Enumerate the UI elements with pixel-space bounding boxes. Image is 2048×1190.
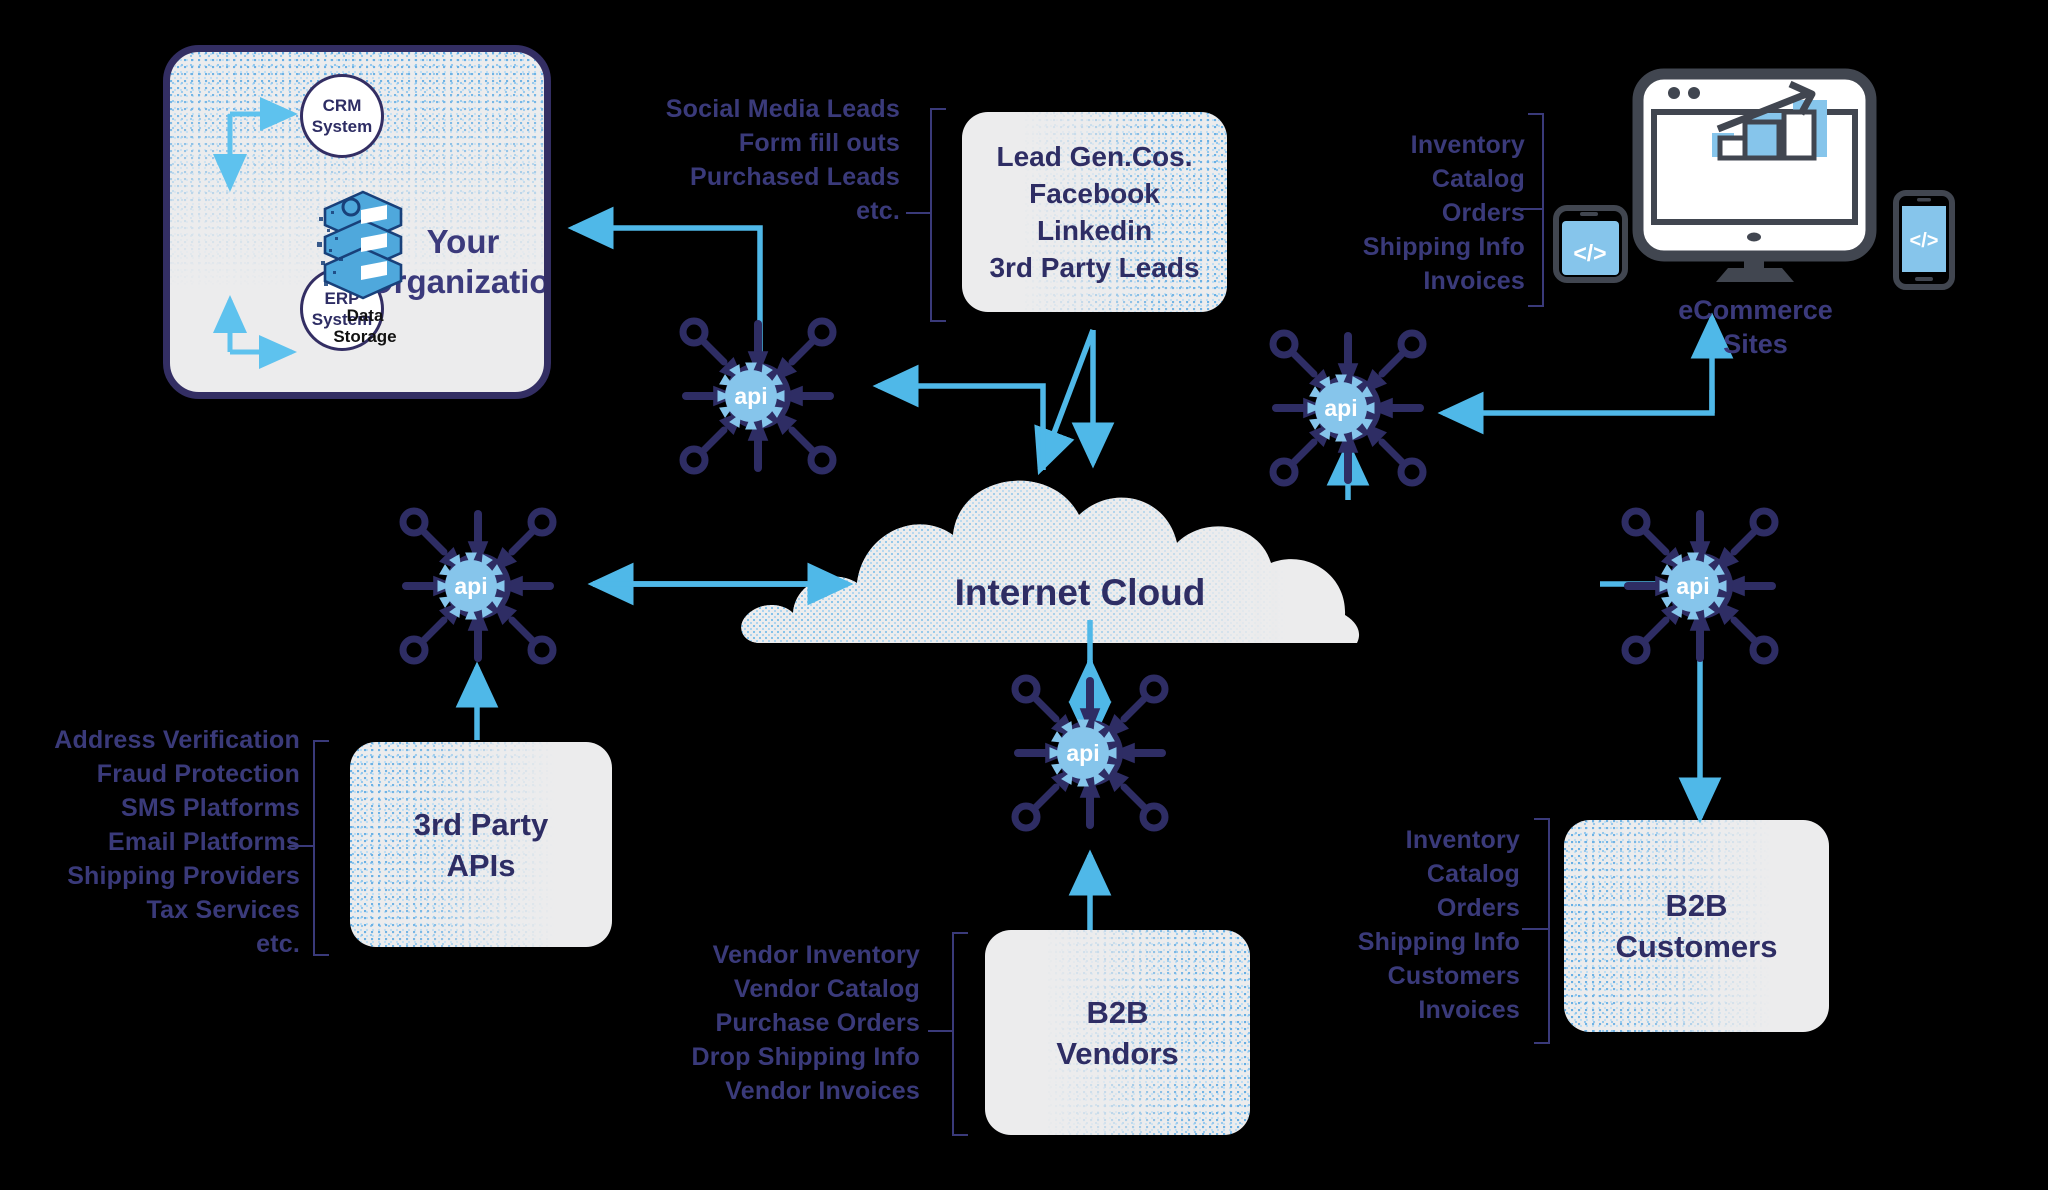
ecommerce-label-list: Inventory Catalog Orders Shipping Info I… [1330, 128, 1525, 298]
vendors-box-line2: Vendors [1056, 1035, 1179, 1071]
third-party-label-list: Address Verification Fraud Protection SM… [20, 723, 300, 961]
lead-gen-label-list: Social Media Leads Form fill outs Purcha… [560, 92, 900, 228]
leadgen-box-line1: Facebook [1029, 178, 1160, 209]
api-node-vendors[interactable]: api [1010, 674, 1170, 832]
ecommerce-caption-line2: Sites [1723, 329, 1788, 359]
vendors-label-1: Vendor Catalog [733, 975, 920, 1003]
vendors-label-4: Vendor Invoices [725, 1077, 920, 1105]
cloud-shape [741, 480, 1360, 643]
mobile-phone-icon: </> [1893, 190, 1955, 290]
ecommerce-bracket [1528, 113, 1544, 307]
customers-label-1: Catalog [1426, 860, 1520, 888]
customers-bracket [1534, 818, 1550, 1044]
leadgen-bracket [930, 108, 946, 322]
leadgen-label-0: Social Media Leads [665, 95, 900, 123]
customers-label-4: Customers [1387, 962, 1520, 990]
api-node-leadgen[interactable]: api [678, 317, 838, 475]
customers-label-2: Orders [1436, 894, 1520, 922]
vendors-box-line1: B2B [1086, 994, 1149, 1030]
customers-box-text: B2B Customers [1564, 820, 1829, 1032]
vendors-box-text: B2B Vendors [985, 930, 1250, 1135]
ecommerce-label-4: Invoices [1423, 267, 1525, 295]
customers-box-line2: Customers [1615, 929, 1778, 964]
svg-text:api: api [1324, 395, 1357, 421]
b2b-vendors-box: B2B Vendors [985, 930, 1250, 1135]
ecommerce-label-2: Orders [1441, 199, 1525, 227]
customers-label-3: Shipping Info [1357, 928, 1520, 956]
ecommerce-bracket-tick [1516, 208, 1542, 210]
customers-label-0: Inventory [1405, 826, 1520, 854]
customers-bracket-tick [1522, 928, 1548, 930]
vendors-bracket-tick [928, 1030, 954, 1032]
thirdparty-label-2: SMS Platforms [120, 794, 300, 822]
thirdparty-box-line1: 3rd Party [413, 806, 549, 842]
ecommerce-label-3: Shipping Info [1362, 233, 1525, 261]
thirdparty-label-1: Fraud Protection [96, 760, 300, 788]
vendors-label-list: Vendor Inventory Vendor Catalog Purchase… [640, 938, 920, 1108]
ecommerce-label-0: Inventory [1410, 131, 1525, 159]
thirdparty-label-4: Shipping Providers [67, 862, 300, 890]
svg-text:api: api [1066, 740, 1099, 766]
svg-text:api: api [734, 383, 767, 409]
ecommerce-caption-line1: eCommerce [1678, 295, 1833, 325]
thirdparty-label-5: Tax Services [146, 896, 300, 924]
api-node-customers[interactable]: api [1620, 507, 1780, 665]
thirdparty-label-6: etc. [256, 930, 300, 958]
leadgen-bracket-tick [906, 212, 932, 214]
b2b-customers-box: B2B Customers [1564, 820, 1829, 1032]
customers-label-list: Inventory Catalog Orders Shipping Info C… [1310, 823, 1520, 1027]
vendors-bracket [952, 932, 968, 1136]
tablet-device-icon: </> [1553, 205, 1628, 283]
leadgen-label-1: Form fill outs [738, 129, 900, 157]
third-party-box-text: 3rd Party APIs [350, 742, 612, 947]
thirdparty-label-3: Email Platforms [108, 828, 300, 856]
leadgen-label-3: etc. [856, 197, 900, 225]
svg-text:api: api [454, 573, 487, 599]
your-organization-box: CRM System ERP System Your Organization [163, 45, 551, 399]
vendors-label-2: Purchase Orders [715, 1009, 920, 1037]
internet-cloud: Internet Cloud [735, 475, 1425, 650]
leadgen-box-line0: Lead Gen.Cos. [996, 141, 1193, 172]
leadgen-box-text: Lead Gen.Cos. Facebook Linkedin 3rd Part… [962, 112, 1227, 312]
svg-text:api: api [1676, 573, 1709, 599]
thirdparty-label-0: Address Verification [54, 726, 300, 754]
third-party-apis-box: 3rd Party APIs [350, 742, 612, 947]
diagram-canvas: CRM System ERP System Your Organization [0, 0, 2048, 1190]
cloud-label: Internet Cloud [954, 572, 1206, 613]
api-node-thirdparty[interactable]: api [398, 507, 558, 665]
svg-text:</>: </> [1573, 240, 1606, 266]
api-node-ecommerce[interactable]: api [1268, 329, 1428, 487]
vendors-label-3: Drop Shipping Info [691, 1043, 920, 1071]
desktop-monitor-icon [1632, 68, 1877, 282]
org-internal-arrows [213, 97, 299, 369]
customers-label-5: Invoices [1418, 996, 1520, 1024]
customers-box-line1: B2B [1665, 888, 1728, 923]
third-party-bracket-tick [289, 845, 315, 847]
lead-gen-box: Lead Gen.Cos. Facebook Linkedin 3rd Part… [962, 112, 1227, 312]
third-party-bracket [313, 740, 329, 956]
ecommerce-label-1: Catalog [1431, 165, 1525, 193]
thirdparty-box-line2: APIs [446, 847, 516, 883]
leadgen-label-2: Purchased Leads [689, 163, 900, 191]
svg-text:</>: </> [1910, 230, 1939, 252]
leadgen-box-line3: 3rd Party Leads [989, 252, 1200, 283]
ecommerce-caption: eCommerce Sites [1648, 293, 1863, 361]
leadgen-box-line2: Linkedin [1036, 215, 1153, 246]
vendors-label-0: Vendor Inventory [712, 941, 920, 969]
